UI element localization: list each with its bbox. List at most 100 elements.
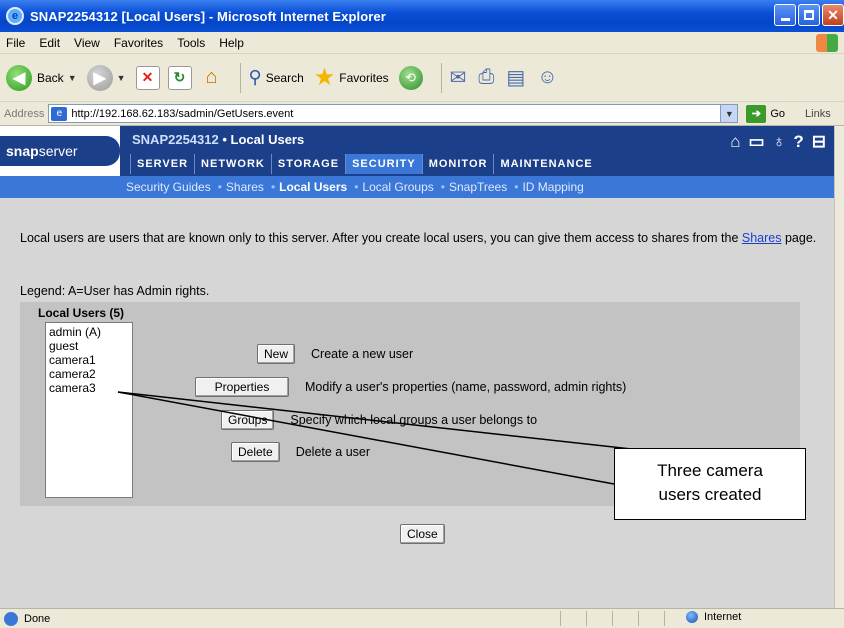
links-button[interactable]: Links bbox=[805, 108, 831, 120]
shares-link[interactable]: Shares bbox=[742, 231, 782, 245]
back-button[interactable]: ◀ Back ▼ bbox=[6, 64, 77, 91]
action-properties: Properties Modify a user's properties (n… bbox=[195, 377, 626, 397]
menu-tools[interactable]: Tools bbox=[177, 36, 205, 50]
subnav-local-groups[interactable]: Local Groups bbox=[362, 180, 433, 194]
tab-maintenance[interactable]: MAINTENANCE bbox=[493, 154, 598, 174]
forward-button[interactable]: ▶ ▼ bbox=[86, 64, 126, 91]
list-item[interactable]: admin (A) bbox=[49, 325, 129, 339]
address-url: http://192.168.62.183/sadmin/GetUsers.ev… bbox=[71, 107, 294, 120]
subnav-id-mapping[interactable]: ID Mapping bbox=[522, 180, 583, 194]
page-done-icon bbox=[4, 611, 18, 626]
network-icon[interactable]: ♁ bbox=[773, 132, 786, 152]
back-arrow-icon: ◀ bbox=[6, 64, 32, 91]
menu-bar: File Edit View Favorites Tools Help bbox=[0, 32, 844, 54]
delete-user-button[interactable]: Delete bbox=[231, 442, 280, 462]
site-map-icon[interactable]: ▭ bbox=[749, 132, 765, 152]
subnav-security-guides[interactable]: Security Guides bbox=[126, 180, 211, 194]
back-label: Back bbox=[37, 70, 64, 85]
groups-button[interactable]: Groups bbox=[221, 410, 275, 430]
subnav-local-users[interactable]: Local Users bbox=[279, 180, 347, 194]
snapserver-logo[interactable]: snap server bbox=[0, 136, 120, 166]
new-user-description: Create a new user bbox=[311, 347, 414, 361]
chevron-down-icon[interactable]: ▼ bbox=[720, 105, 738, 122]
address-bar: Address e http://192.168.62.183/sadmin/G… bbox=[0, 102, 844, 126]
chevron-down-icon[interactable]: ▼ bbox=[117, 73, 126, 83]
print-icon[interactable]: ⎙ bbox=[478, 66, 494, 89]
help-icon[interactable]: ? bbox=[793, 132, 803, 152]
new-user-button[interactable]: New bbox=[257, 344, 296, 364]
favorites-button[interactable]: ★ Favorites bbox=[314, 63, 389, 92]
windows-logo-icon bbox=[816, 34, 838, 52]
subnav-separator: • bbox=[217, 180, 222, 194]
status-cells bbox=[560, 611, 690, 626]
go-button[interactable]: ➔ Go bbox=[746, 104, 786, 123]
ie-logo-icon: e bbox=[6, 7, 24, 25]
toolbar-divider bbox=[239, 62, 241, 93]
minimize-button[interactable] bbox=[774, 4, 796, 26]
main-nav: SERVER NETWORK STORAGE SECURITY MONITOR … bbox=[130, 154, 599, 174]
intro-text: Local users are users that are known onl… bbox=[20, 230, 820, 247]
server-name: SNAP2254312 bbox=[132, 132, 219, 147]
subnav-separator: • bbox=[440, 180, 445, 194]
list-item[interactable]: camera1 bbox=[49, 353, 129, 367]
action-new: New Create a new user bbox=[257, 344, 413, 364]
subnav-snaptrees[interactable]: SnapTrees bbox=[449, 180, 507, 194]
tab-monitor[interactable]: MONITOR bbox=[421, 154, 494, 174]
callout-line-1: Three camera bbox=[657, 461, 763, 480]
go-arrow-icon: ➔ bbox=[746, 104, 767, 123]
messenger-icon[interactable]: ☺ bbox=[537, 66, 557, 89]
intro-after-link: page. bbox=[781, 231, 817, 245]
stop-icon[interactable]: ✕ bbox=[135, 65, 160, 90]
home-icon[interactable]: ⌂ bbox=[200, 66, 224, 90]
search-icon: ⚲ bbox=[248, 67, 262, 87]
action-delete: Delete Delete a user bbox=[231, 442, 370, 462]
subnav-shares[interactable]: Shares bbox=[226, 180, 264, 194]
history-icon[interactable]: ⟲ bbox=[398, 65, 423, 90]
vertical-scrollbar[interactable] bbox=[834, 126, 844, 608]
go-label: Go bbox=[770, 107, 786, 120]
properties-description: Modify a user's properties (name, passwo… bbox=[305, 380, 627, 394]
users-listbox[interactable]: admin (A) guest camera1 camera2 camera3 bbox=[45, 322, 133, 498]
search-button[interactable]: ⚲ Search bbox=[249, 67, 304, 88]
menu-favorites[interactable]: Favorites bbox=[114, 36, 163, 50]
security-zone: Internet bbox=[686, 611, 741, 623]
close-window-button[interactable]: ✕ bbox=[822, 4, 844, 26]
security-subnav: Security Guides • Shares • Local Users • Lo… bbox=[0, 176, 834, 198]
header-icons: ⌂ ▭ ♁ ? ⊟ bbox=[722, 132, 826, 152]
chevron-down-icon[interactable]: ▼ bbox=[68, 73, 77, 83]
status-bar: Done Internet bbox=[0, 608, 844, 628]
logout-icon[interactable]: ⊟ bbox=[812, 132, 826, 152]
menu-file[interactable]: File bbox=[6, 36, 25, 50]
list-item[interactable]: camera3 bbox=[49, 381, 129, 395]
maximize-button[interactable] bbox=[798, 4, 820, 26]
home-icon[interactable]: ⌂ bbox=[730, 132, 740, 152]
tab-network[interactable]: NETWORK bbox=[194, 154, 271, 174]
forward-arrow-icon: ▶ bbox=[86, 64, 113, 91]
subnav-separator: • bbox=[514, 180, 519, 194]
logo-bold-text: snap bbox=[6, 143, 39, 159]
list-item[interactable]: guest bbox=[49, 339, 129, 353]
refresh-icon[interactable]: ↻ bbox=[167, 65, 192, 90]
list-item[interactable]: camera2 bbox=[49, 367, 129, 381]
tab-security[interactable]: SECURITY bbox=[345, 154, 422, 174]
address-input[interactable]: e http://192.168.62.183/sadmin/GetUsers.… bbox=[48, 104, 739, 123]
window-controls: ✕ bbox=[772, 4, 844, 26]
favorites-label: Favorites bbox=[339, 70, 389, 85]
zone-label: Internet bbox=[704, 611, 742, 623]
window-title: SNAP2254312 [Local Users] - Microsoft In… bbox=[30, 8, 386, 24]
search-label: Search bbox=[265, 70, 304, 85]
menu-view[interactable]: View bbox=[74, 36, 100, 50]
mail-icon[interactable]: ✉ bbox=[450, 65, 467, 90]
menu-edit[interactable]: Edit bbox=[39, 36, 60, 50]
callout-line-2: users created bbox=[658, 485, 762, 504]
tab-storage[interactable]: STORAGE bbox=[270, 154, 345, 174]
tab-server[interactable]: SERVER bbox=[130, 154, 194, 174]
logo-light-text: server bbox=[38, 143, 78, 159]
close-button[interactable]: Close bbox=[400, 524, 445, 544]
window-titlebar[interactable]: e SNAP2254312 [Local Users] - Microsoft … bbox=[0, 0, 844, 32]
edit-icon[interactable]: ▤ bbox=[506, 65, 525, 90]
page-icon: e bbox=[51, 106, 68, 121]
properties-button[interactable]: Properties bbox=[195, 377, 289, 397]
menu-help[interactable]: Help bbox=[219, 36, 244, 50]
action-groups: Groups Specify which local groups a user… bbox=[221, 410, 537, 430]
